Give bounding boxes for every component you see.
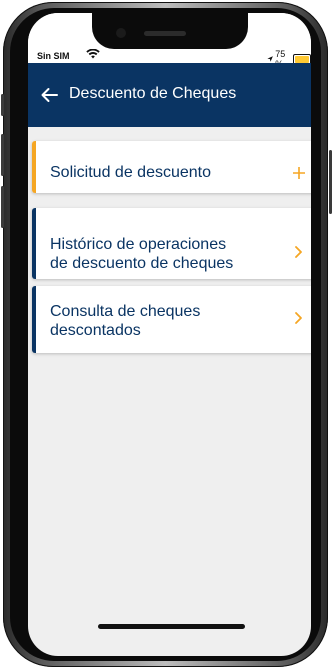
- status-bar: Sin SIM 75 %: [28, 13, 311, 69]
- volume-down-button: [1, 186, 4, 228]
- arrow-left-icon[interactable]: [40, 87, 58, 103]
- location-arrow-icon: [267, 56, 273, 62]
- menu-item-label-line-2: de descuento de cheques: [50, 255, 234, 272]
- home-indicator[interactable]: [98, 624, 245, 629]
- battery-level-fill: [295, 55, 309, 63]
- menu-item-label-line-1: Consulta de cheques: [50, 303, 201, 320]
- menu-item-solicitud-descuento[interactable]: Solicitud de descuento: [32, 141, 311, 193]
- menu-item-label-line-1: Histórico de operaciones: [50, 236, 227, 253]
- power-button: [329, 150, 332, 214]
- silent-switch: [1, 94, 4, 116]
- volume-up-button: [1, 134, 4, 176]
- carrier-label: Sin SIM: [37, 51, 70, 61]
- wifi-icon: [86, 49, 100, 59]
- phone-screen: Sin SIM 75 % Descuento de Cheques So: [28, 13, 311, 656]
- menu-item-consulta-cheques[interactable]: Consulta de cheques descontados: [32, 286, 311, 353]
- earpiece-speaker: [144, 31, 186, 36]
- plus-icon[interactable]: [293, 167, 305, 179]
- accent-bar: [32, 208, 36, 279]
- chevron-right-icon[interactable]: [293, 311, 303, 325]
- menu-item-historico-operaciones[interactable]: Histórico de operaciones de descuento de…: [32, 208, 311, 279]
- menu-item-label-line-2: descontados: [50, 322, 141, 339]
- front-camera: [116, 28, 126, 38]
- notch: [92, 13, 248, 49]
- page-title: Descuento de Cheques: [69, 85, 237, 102]
- active-accent-bar: [32, 141, 36, 193]
- app-bar: Descuento de Cheques: [28, 63, 311, 127]
- menu-item-label: Solicitud de descuento: [50, 164, 211, 181]
- accent-bar: [32, 286, 36, 353]
- chevron-right-icon[interactable]: [293, 245, 303, 259]
